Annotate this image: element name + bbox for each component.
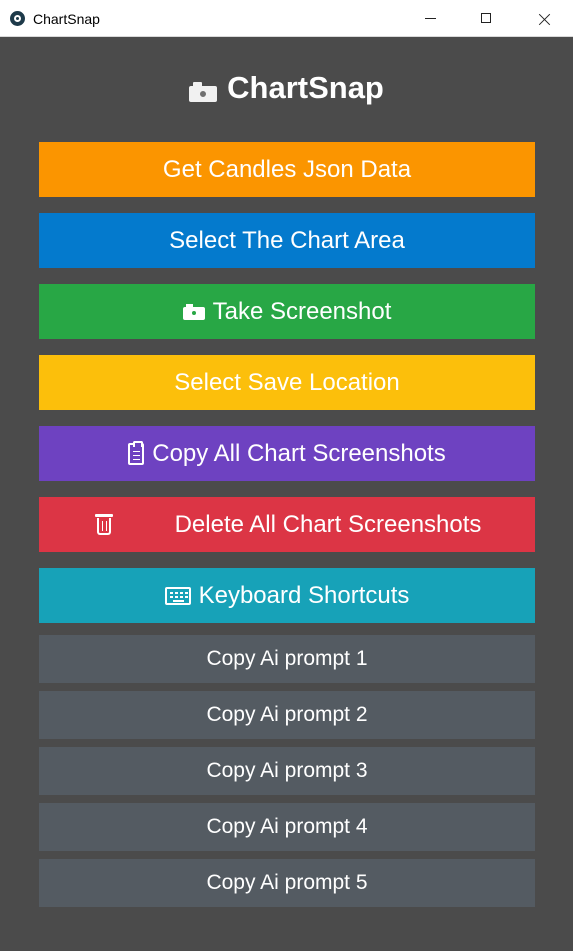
get-candles-json-label: Get Candles Json Data (162, 155, 412, 183)
keyboard-icon (164, 586, 191, 605)
take-screenshot-button[interactable]: Take Screenshot (39, 284, 535, 339)
copy-ai-prompt-2-label: Copy Ai prompt 2 (206, 703, 368, 726)
minimize-icon (425, 18, 436, 19)
keyboard-shortcuts-button[interactable]: Keyboard Shortcuts (39, 568, 535, 623)
keyboard-shortcuts-label: Keyboard Shortcuts (198, 581, 410, 609)
copy-ai-prompt-5-label: Copy Ai prompt 5 (206, 871, 368, 894)
select-chart-area-label: Select The Chart Area (169, 226, 405, 254)
app-camera-icon (10, 11, 25, 26)
get-candles-json-button[interactable]: Get Candles Json Data (39, 142, 535, 197)
close-icon (537, 8, 551, 28)
camera-icon (182, 303, 205, 320)
window-titlebar: ChartSnap (0, 0, 573, 37)
trash-icon (95, 514, 113, 536)
app-title: ChartSnap (227, 70, 384, 105)
camera-icon (189, 80, 218, 102)
copy-ai-prompt-4-label: Copy Ai prompt 4 (206, 815, 368, 838)
select-chart-area-button[interactable]: Select The Chart Area (39, 213, 535, 268)
copy-ai-prompt-1-label: Copy Ai prompt 1 (206, 647, 368, 670)
copy-ai-prompt-3-button[interactable]: Copy Ai prompt 3 (39, 747, 535, 795)
copy-ai-prompt-3-label: Copy Ai prompt 3 (206, 759, 368, 782)
copy-ai-prompt-1-button[interactable]: Copy Ai prompt 1 (39, 635, 535, 683)
select-save-location-button[interactable]: Select Save Location (39, 355, 535, 410)
delete-all-screenshots-label: Delete All Chart Screenshots (174, 510, 482, 538)
copy-ai-prompt-5-button[interactable]: Copy Ai prompt 5 (39, 859, 535, 907)
copy-all-screenshots-label: Copy All Chart Screenshots (152, 439, 446, 467)
take-screenshot-label: Take Screenshot (212, 297, 392, 325)
copy-ai-prompt-4-button[interactable]: Copy Ai prompt 4 (39, 803, 535, 851)
clipboard-icon (128, 440, 145, 465)
app-header: ChartSnap (0, 66, 573, 110)
close-button[interactable] (521, 0, 567, 37)
copy-ai-prompt-2-button[interactable]: Copy Ai prompt 2 (39, 691, 535, 739)
copy-all-screenshots-button[interactable]: Copy All Chart Screenshots (39, 426, 535, 481)
maximize-button[interactable] (463, 0, 509, 37)
window-title: ChartSnap (33, 11, 100, 27)
minimize-button[interactable] (407, 0, 453, 37)
delete-all-screenshots-button[interactable]: Delete All Chart Screenshots (39, 497, 535, 552)
maximize-icon (481, 13, 491, 23)
select-save-location-label: Select Save Location (174, 368, 400, 396)
